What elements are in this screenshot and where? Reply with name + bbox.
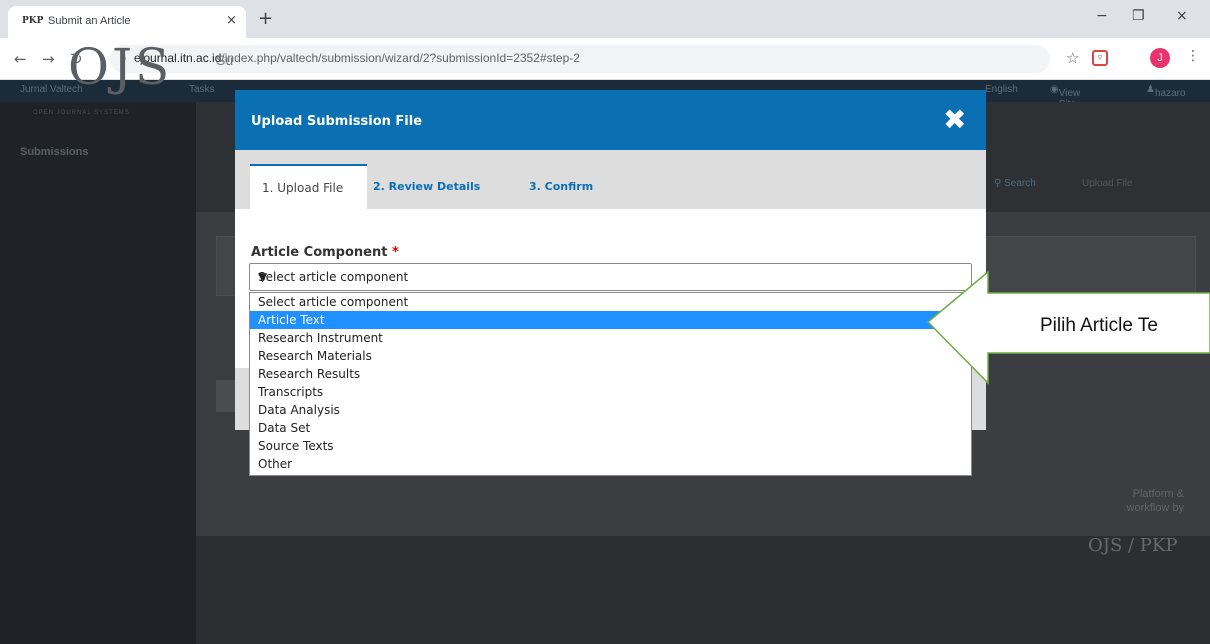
browser-menu-icon[interactable]: ⋮ <box>1186 48 1200 64</box>
option-source-texts[interactable]: Source Texts <box>250 437 971 455</box>
option-data-analysis[interactable]: Data Analysis <box>250 401 971 419</box>
language-link[interactable]: English <box>985 84 1018 95</box>
search-button[interactable]: ⚲ Search <box>994 178 1036 189</box>
option-select-article-component[interactable]: Select article component <box>250 293 971 311</box>
option-other[interactable]: Other <box>250 455 971 473</box>
new-tab-icon[interactable]: + <box>258 8 273 29</box>
window-minimize-icon[interactable]: − <box>1096 8 1108 24</box>
page-footer <box>196 536 1210 644</box>
url-text: ejournal.itn.ac.id/index.php/valtech/sub… <box>134 51 580 65</box>
url-field[interactable]: 🔒︎ ejournal.itn.ac.id/index.php/valtech/… <box>110 45 1050 73</box>
upload-file-button[interactable]: Upload File <box>1082 178 1133 189</box>
sidebar-item-submissions[interactable]: Submissions <box>20 146 88 158</box>
option-research-instrument[interactable]: Research Instrument <box>250 329 971 347</box>
tasks-link[interactable]: Tasks <box>189 84 215 95</box>
option-transcripts[interactable]: Transcripts <box>250 383 971 401</box>
modal-tab-strip: 1. Upload File 2. Review Details 3. Conf… <box>235 150 986 209</box>
view-site-link[interactable]: ◉ View Site <box>1050 84 1080 110</box>
option-data-set[interactable]: Data Set <box>250 419 971 437</box>
modal-header: Upload Submission File ✖ <box>235 90 986 150</box>
option-research-results[interactable]: Research Results <box>250 365 971 383</box>
page-title: Su <box>216 52 234 68</box>
profile-avatar[interactable]: J <box>1150 48 1170 68</box>
window-restore-icon[interactable]: ❐ <box>1132 8 1145 24</box>
modal-title: Upload Submission File <box>251 114 423 129</box>
chevron-down-icon: ▼ <box>258 270 268 284</box>
required-marker: * <box>391 245 399 260</box>
bookmark-star-icon[interactable]: ☆ <box>1066 49 1079 67</box>
browser-tab-title: Submit an Article <box>48 15 131 27</box>
tab-confirm[interactable]: 3. Confirm <box>529 180 593 193</box>
footer-credit: Platform & workflow by <box>1126 488 1184 514</box>
back-arrow-icon[interactable]: ← <box>14 50 27 68</box>
extension-icon[interactable]: ▿ <box>1092 50 1108 66</box>
browser-tab[interactable]: PKP Submit an Article × <box>8 6 246 38</box>
ojs-logo: OJS <box>68 38 173 96</box>
tab-close-icon[interactable]: × <box>226 13 237 28</box>
ojs-logo-tagline: OPEN JOURNAL SYSTEMS <box>33 110 130 116</box>
browser-tab-strip: PKP Submit an Article × + − ❐ × <box>0 0 1210 38</box>
browser-address-bar: ← → ↻ 🔒︎ ejournal.itn.ac.id/index.php/va… <box>0 38 1210 80</box>
article-component-select[interactable]: Select article component ▼ <box>249 263 972 291</box>
tab-upload-file[interactable]: 1. Upload File <box>250 164 367 209</box>
sidebar <box>0 102 196 644</box>
window-close-icon[interactable]: × <box>1176 8 1188 24</box>
close-icon[interactable]: ✖ <box>943 103 966 136</box>
article-component-options: Select article component Article Text Re… <box>249 292 972 476</box>
forward-arrow-icon[interactable]: → <box>42 50 55 68</box>
pkp-logo: OJS / PKP <box>1088 535 1178 556</box>
user-link[interactable]: ♟ hazaro <box>1146 84 1186 99</box>
tab-review-details[interactable]: 2. Review Details <box>373 180 480 193</box>
option-research-materials[interactable]: Research Materials <box>250 347 971 365</box>
grid-action-block <box>216 380 236 412</box>
tab-upload-file-label: 1. Upload File <box>262 181 344 195</box>
option-article-text[interactable]: Article Text <box>250 311 971 329</box>
annotation-text: Pilih Article Te <box>1040 315 1158 336</box>
select-current-value: Select article component <box>258 270 409 284</box>
pkp-favicon-icon: PKP <box>22 16 44 26</box>
article-component-label: Article Component * <box>251 245 399 260</box>
